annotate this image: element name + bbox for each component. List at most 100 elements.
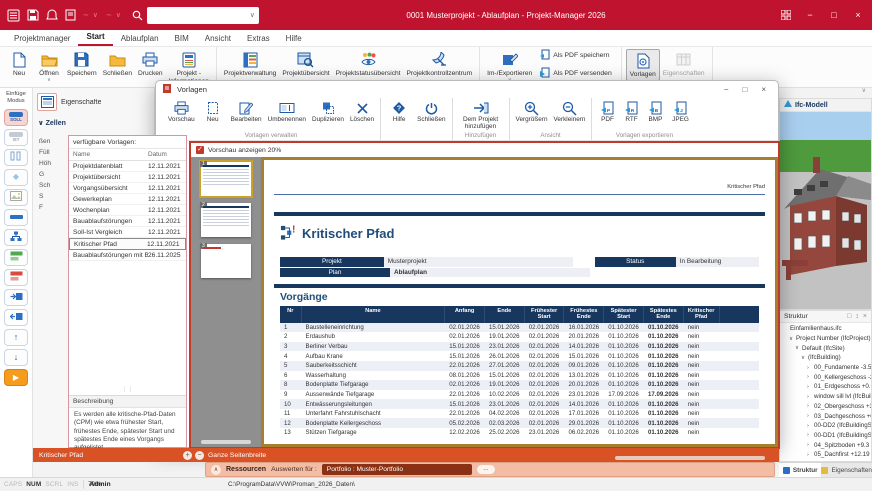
tab-start[interactable]: Start	[78, 30, 112, 46]
umbenennen-button[interactable]: Umbenennen	[265, 98, 309, 123]
remove-task-button[interactable]	[4, 269, 28, 286]
minimize-button[interactable]: −	[798, 0, 822, 30]
col-datum[interactable]: Datum	[148, 151, 182, 158]
notifications-icon[interactable]	[46, 9, 58, 21]
page-thumbnail[interactable]: 2	[201, 203, 251, 237]
structure-tree-item[interactable]: ›05_Dachfirst +12.19 (Ifc	[780, 450, 871, 460]
columns-tool-button[interactable]	[4, 149, 28, 166]
panel-close-icon[interactable]: ×	[863, 313, 867, 320]
im-exportieren-button[interactable]: Im-/Exportieren ∨	[484, 49, 535, 84]
dem-projekt-hinzufuegen-button[interactable]: Dem Projekt hinzufügen	[456, 98, 506, 130]
preview-h-scrollbar[interactable]	[615, 456, 765, 460]
outdent-task-button[interactable]	[4, 309, 28, 326]
template-row[interactable]: Wochenplan12.11.2021	[69, 205, 186, 216]
vorschau-checkbox[interactable]: ✓	[196, 146, 204, 154]
structure-tree-item[interactable]: Einfamilienhaus.ifc	[780, 324, 871, 334]
structure-tree-item[interactable]: ›window sill lvl (IfcBuildi	[780, 392, 871, 402]
tab-extras[interactable]: Extras	[239, 32, 278, 46]
structure-tree-item[interactable]: ›00_Kellergeschoss -2.70	[780, 372, 871, 382]
export-pdf-button[interactable]: PPDF	[595, 98, 619, 123]
portfolio-select[interactable]: Portfolio : Muster-Portfolio	[322, 464, 472, 475]
template-row[interactable]: Projektdatenblatt12.11.2021	[69, 161, 186, 172]
structure-tree-item[interactable]: ›00-DD2 (IfcBuildingStor	[780, 421, 871, 431]
vorlagen-dialog-titlebar[interactable]: Vorlagen − □ ×	[156, 81, 778, 98]
tab-ablaufplan[interactable]: Ablaufplan	[113, 32, 167, 46]
panel-float-icon[interactable]: □	[847, 313, 851, 320]
col-name[interactable]: Name	[73, 151, 148, 158]
page-thumbnail[interactable]: 3	[201, 244, 251, 278]
tab-ansicht[interactable]: Ansicht	[197, 32, 239, 46]
page-thumbnail[interactable]: 1	[201, 162, 251, 196]
indent-task-button[interactable]	[4, 289, 28, 306]
speichern-button[interactable]: Speichern	[64, 49, 100, 79]
export-jpeg-button[interactable]: JJPEG	[667, 98, 693, 123]
portfolio-more-button[interactable]: ...	[477, 465, 495, 474]
projektverwaltung-button[interactable]: Projektverwaltung	[221, 49, 279, 79]
als-pdf-versenden-button[interactable]: Als PDF versenden	[540, 67, 612, 80]
structure-tree-item[interactable]: ∨Default (IfcSite)	[780, 343, 871, 353]
structure-tree-item[interactable]: ›00_Fundamente -3.50 (If	[780, 363, 871, 373]
image-tool-button[interactable]	[4, 189, 28, 206]
zoom-level[interactable]: 70%	[88, 481, 101, 488]
bearbeiten-button[interactable]: Bearbeiten	[228, 98, 265, 123]
dialog-schliessen-button[interactable]: Schließen	[414, 98, 448, 123]
projektkontrollzentrum-button[interactable]: Projektkontrollzentrum	[404, 49, 476, 79]
duplizieren-button[interactable]: Duplizieren	[309, 98, 347, 123]
als-pdf-speichern-button[interactable]: Als PDF speichern	[540, 49, 612, 62]
template-row[interactable]: Soll-Ist Vergleich12.11.2021	[69, 227, 186, 238]
verkleinern-button[interactable]: Verkleinern	[551, 98, 589, 123]
add-task-button[interactable]	[4, 249, 28, 266]
preview-zoom-in-button[interactable]: +	[183, 451, 192, 460]
neu-vorlage-button[interactable]: Neu	[198, 98, 228, 123]
splitter-grip[interactable]: ⋮⋮	[69, 387, 186, 395]
vorschau-button[interactable]: Vorschau	[165, 98, 198, 123]
export-bmp-button[interactable]: BBMP	[643, 98, 667, 123]
panel-dock-icon[interactable]: ↕	[855, 313, 859, 320]
schliessen-button[interactable]: Schließen	[100, 49, 135, 79]
dialog-maximize-button[interactable]: □	[742, 85, 747, 94]
ifc-3d-view[interactable]	[780, 112, 871, 309]
structure-tree-item[interactable]: ∨Project Number (IfcProject)	[780, 334, 871, 344]
tab-bim[interactable]: BIM	[167, 32, 197, 46]
projektuebersicht-button[interactable]: Projektübersicht	[279, 49, 332, 79]
structure-tree-item[interactable]: ›01_Erdgeschoss +0.0 (If	[780, 382, 871, 392]
dialog-close-button[interactable]: ×	[761, 85, 766, 94]
neu-button[interactable]: Neu	[4, 49, 34, 79]
structure-tree-item[interactable]: ›03_Dachgeschoss +6.0 (	[780, 411, 871, 421]
oeffnen-dropdown-icon[interactable]: ∨	[47, 78, 51, 83]
fit-width-button[interactable]: Ganze Seitenbreite	[208, 452, 266, 459]
thumbnail-scrollbar[interactable]	[201, 440, 251, 444]
document-icon[interactable]	[65, 9, 76, 21]
structure-tool-button[interactable]	[4, 229, 28, 246]
save-icon[interactable]	[27, 9, 39, 21]
tab-hilfe[interactable]: Hilfe	[278, 32, 310, 46]
vergroessern-button[interactable]: Vergrößern	[513, 98, 551, 123]
template-row[interactable]: Vorgangsübersicht12.11.2021	[69, 183, 186, 194]
template-row[interactable]: Projektübersicht12.11.2021	[69, 172, 186, 183]
move-up-button[interactable]: ↑	[4, 329, 28, 346]
bar-tool-button[interactable]	[4, 209, 28, 226]
loeschen-button[interactable]: Löschen	[347, 98, 377, 123]
vorlagen-ribbon-button[interactable]: Vorlagen	[626, 49, 660, 81]
layout-grid-icon[interactable]	[774, 0, 798, 30]
drucken-button[interactable]: Drucken	[135, 49, 166, 79]
structure-tree-item[interactable]: ›02_Obergeschoss +3.19	[780, 402, 871, 412]
run-button[interactable]: ▶	[4, 369, 28, 386]
move-down-button[interactable]: ↓	[4, 349, 28, 366]
dialog-minimize-button[interactable]: −	[724, 85, 729, 94]
properties-group-zellen[interactable]: ∨ Zellen	[38, 119, 66, 127]
preview-zoom-out-button[interactable]: −	[195, 451, 204, 460]
tab-eigenschaften[interactable]: Eigenschaften	[821, 463, 872, 477]
structure-tree-item[interactable]: ›00-DD1 (IfcBuildingStor	[780, 431, 871, 441]
template-row[interactable]: Gewerkeplan12.11.2021	[69, 194, 186, 205]
milestone-tool-button[interactable]: ◆	[4, 169, 28, 186]
close-button[interactable]: ×	[846, 0, 870, 30]
export-rtf-button[interactable]: RRTF	[619, 98, 643, 123]
global-search-input[interactable]: ∨	[147, 7, 259, 24]
maximize-button[interactable]: □	[822, 0, 846, 30]
app-menu-icon[interactable]	[7, 9, 20, 22]
template-row[interactable]: Bauablaufstörungen12.11.2021	[69, 216, 186, 227]
template-row[interactable]: Bauablaufstörungen mit Bildern26.11.2025	[69, 250, 186, 261]
hilfe-button[interactable]: ?Hilfe	[384, 98, 414, 123]
ressourcen-collapse-button[interactable]: ∧	[211, 465, 221, 475]
